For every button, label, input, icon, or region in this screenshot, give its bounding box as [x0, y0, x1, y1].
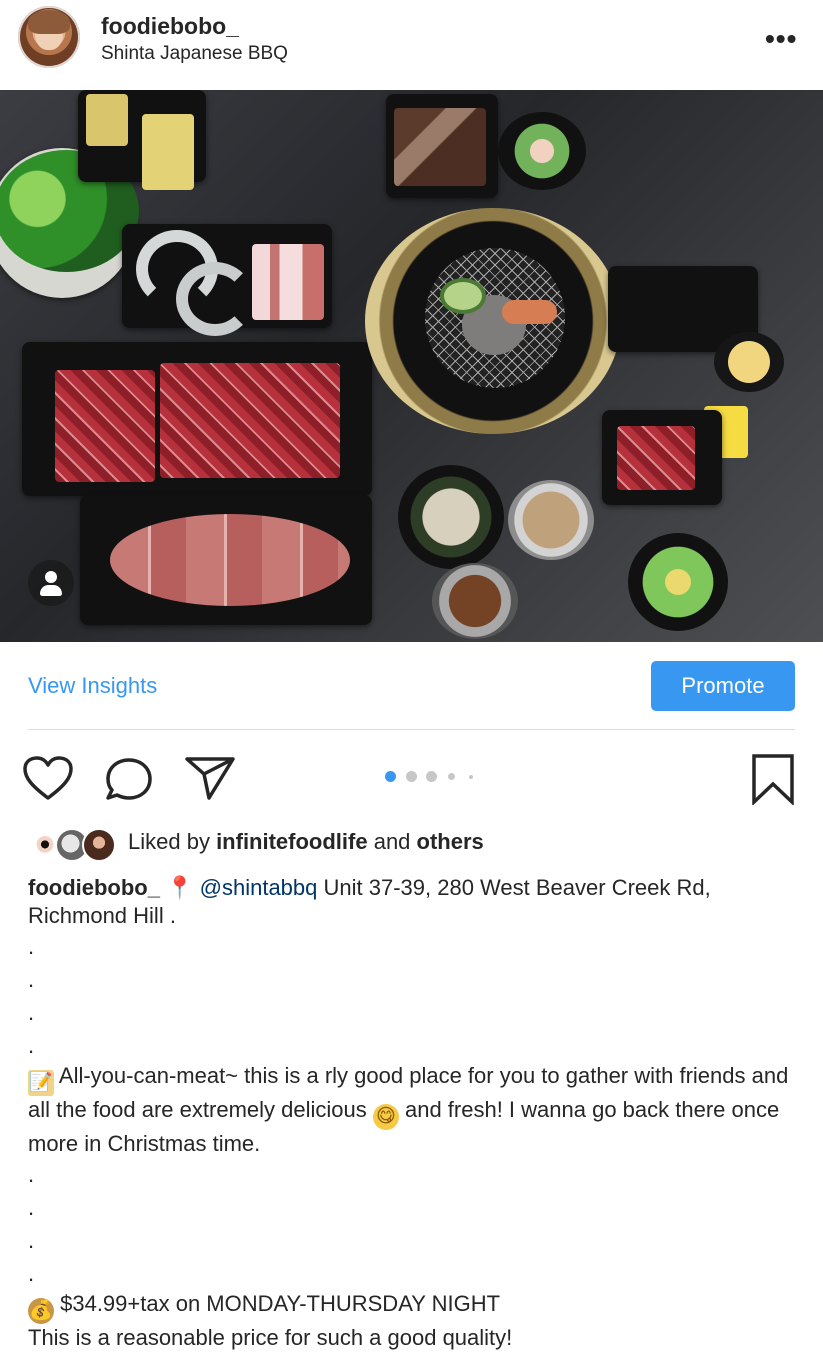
carousel-dot-1 — [385, 771, 396, 782]
sausage — [502, 300, 557, 324]
noodle-bowl — [398, 465, 504, 569]
shrimp-2 — [176, 262, 254, 336]
marinated-meat — [394, 108, 486, 186]
caption-spacer-dot-7: . — [28, 1228, 35, 1253]
fish-slices — [252, 244, 324, 320]
actions-divider — [28, 729, 795, 730]
caption-price-line: 💰 $34.99+tax on MONDAY-THURSDAY NIGHT — [28, 1290, 803, 1324]
carousel-dot-4 — [448, 773, 455, 780]
profile-avatar[interactable] — [18, 6, 80, 68]
liked-avatar-3 — [82, 828, 116, 862]
caption-spacer-dot-6: . — [28, 1195, 35, 1220]
caption-spacer-dot-4: . — [28, 1033, 35, 1058]
caption-spacer-dot-3: . — [28, 1000, 35, 1025]
view-insights-link[interactable]: View Insights — [28, 673, 157, 699]
caption-price-comment: This is a reasonable price for such a go… — [28, 1325, 513, 1350]
spaghetti-dish — [508, 480, 594, 560]
carousel-dot-5 — [469, 775, 473, 779]
post-caption: foodiebobo_ 📍 @shintabbq Unit 37-39, 280… — [28, 874, 803, 1352]
more-options-icon[interactable]: ••• — [765, 23, 797, 55]
post-username[interactable]: foodiebobo_ — [101, 13, 239, 40]
sweet-potato — [86, 94, 128, 146]
liked-by-avatars[interactable] — [28, 828, 116, 864]
caption-address-line: foodiebobo_ 📍 @shintabbq Unit 37-39, 280… — [28, 874, 803, 930]
money-bag-icon: 💰 — [28, 1298, 54, 1324]
location-pin-icon: 📍 — [166, 875, 194, 900]
liked-by-text[interactable]: Liked by infinitefoodlife and others — [128, 829, 484, 855]
zucchini-slice — [440, 278, 486, 314]
bookmark-icon[interactable] — [750, 753, 796, 805]
heart-icon[interactable] — [22, 756, 74, 802]
post-photo[interactable] — [0, 90, 823, 642]
cheese-corn — [714, 332, 784, 392]
carousel-dot-3 — [426, 771, 437, 782]
short-rib-grid — [160, 363, 340, 478]
beef-tongue — [110, 514, 350, 606]
caption-spacer-dot-8: . — [28, 1261, 35, 1286]
post-location[interactable]: Shinta Japanese BBQ — [101, 43, 288, 65]
caption-price: $34.99+tax on MONDAY-THURSDAY NIGHT — [54, 1291, 501, 1316]
sweet-potato-slice — [142, 114, 194, 190]
beef-cubes — [617, 426, 695, 490]
salad-side — [628, 533, 728, 631]
caption-spacer-dot-5: . — [28, 1162, 35, 1187]
memo-icon: 📝 — [28, 1070, 54, 1096]
liked-by-prefix: Liked by — [128, 829, 217, 854]
caption-spacer-dot-2: . — [28, 967, 35, 992]
salad-bowl — [498, 112, 586, 190]
caption-spacer-dot-1: . — [28, 934, 35, 959]
caption-description: 📝 All-you-can-meat~ this is a rly good p… — [28, 1062, 803, 1158]
liked-by-middle: and — [367, 829, 417, 854]
photo-person-tag-icon[interactable] — [28, 560, 74, 606]
promote-button[interactable]: Promote — [651, 661, 795, 711]
post-header: foodiebobo_ Shinta Japanese BBQ ••• — [0, 0, 823, 90]
caption-username[interactable]: foodiebobo_ — [28, 875, 160, 900]
liked-by-user[interactable]: infinitefoodlife — [216, 829, 368, 854]
small-dish — [432, 563, 518, 639]
comment-icon[interactable] — [104, 756, 154, 802]
send-icon[interactable] — [184, 755, 236, 801]
liked-by-others[interactable]: others — [417, 829, 484, 854]
carousel-dot-2 — [406, 771, 417, 782]
short-rib-left — [55, 370, 155, 482]
smile-icon: 😋 — [372, 1104, 399, 1130]
caption-mention[interactable]: @shintabbq — [200, 875, 318, 900]
carousel-indicator — [385, 771, 481, 783]
